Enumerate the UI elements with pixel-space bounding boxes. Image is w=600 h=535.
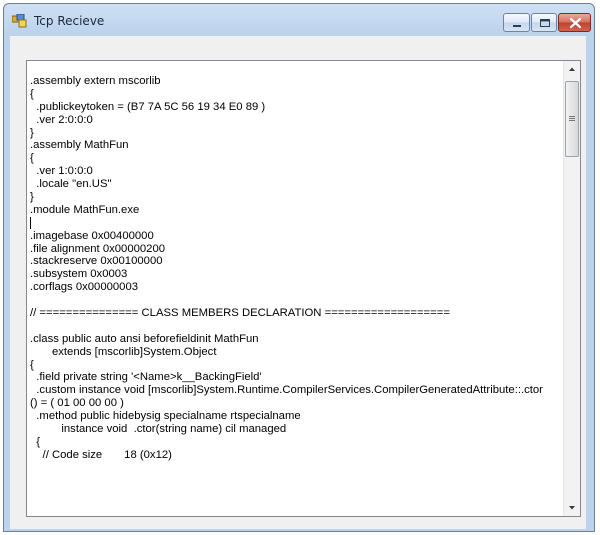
text-line: extends [mscorlib]System.Object <box>30 345 217 358</box>
text-line: .stackreserve 0x00100000 <box>30 255 163 268</box>
text-line: .file alignment 0x00000200 <box>30 242 166 255</box>
text-line: .assembly MathFun <box>30 139 129 152</box>
text-line <box>30 216 550 230</box>
client-area: .assembly extern mscorlib{ .publickeytok… <box>10 36 586 529</box>
scroll-down-icon <box>569 506 575 510</box>
text-line: .method public hidebysig specialname rts… <box>30 410 301 423</box>
text-line: } <box>30 191 34 204</box>
text-line: .ver 2:0:0:0 <box>30 113 93 126</box>
minimize-icon <box>513 25 521 27</box>
text-line: .ver 1:0:0:0 <box>30 165 93 178</box>
scroll-up-icon <box>569 67 575 71</box>
minimize-button[interactable] <box>503 13 530 32</box>
received-text-box[interactable]: .assembly extern mscorlib{ .publickeytok… <box>26 60 581 517</box>
text-line: // Code size 18 (0x12) <box>30 448 172 461</box>
text-line: { <box>30 358 34 371</box>
text-line: .field private string '<Name>k__BackingF… <box>30 371 262 384</box>
text-line: () = ( 01 00 00 00 ) <box>30 397 124 410</box>
maximize-icon <box>540 19 550 27</box>
text-line: .locale "en.US" <box>30 178 112 191</box>
text-line <box>30 294 550 307</box>
window-title: Tcp Recieve <box>34 14 105 28</box>
scroll-up-button[interactable] <box>564 61 580 78</box>
scroll-thumb[interactable] <box>565 81 579 157</box>
text-line: .subsystem 0x0003 <box>30 268 128 281</box>
text-line: .publickeytoken = (B7 7A 5C 56 19 34 E0 … <box>30 100 266 113</box>
close-button[interactable] <box>558 13 591 32</box>
maximize-button[interactable] <box>531 13 557 32</box>
text-line: .custom instance void [mscorlib]System.R… <box>30 384 543 397</box>
title-bar[interactable]: Tcp Recieve <box>4 4 594 40</box>
text-line: // =============== CLASS MEMBERS DECLARA… <box>30 307 450 320</box>
text-line: .corflags 0x00000003 <box>30 281 139 294</box>
text-content: .assembly extern mscorlib{ .publickeytok… <box>30 75 550 462</box>
text-line: } <box>30 126 34 139</box>
text-line: .assembly extern mscorlib <box>30 75 161 87</box>
scroll-down-button[interactable] <box>564 499 580 516</box>
close-icon <box>569 17 582 29</box>
text-line: { <box>30 435 41 448</box>
text-line: .imagebase 0x00400000 <box>30 229 154 242</box>
app-window: Tcp Recieve .assembly extern mscorlib{ .… <box>3 3 595 532</box>
vertical-scrollbar[interactable] <box>563 61 580 516</box>
text-line: .module MathFun.exe <box>30 203 140 216</box>
text-line: .class public auto ansi beforefieldinit … <box>30 332 259 345</box>
text-line <box>30 320 550 333</box>
app-icon <box>12 14 27 28</box>
text-line: { <box>30 152 34 165</box>
text-caret <box>30 216 31 229</box>
text-line: { <box>30 87 34 100</box>
text-line: instance void .ctor(string name) cil man… <box>30 423 287 436</box>
